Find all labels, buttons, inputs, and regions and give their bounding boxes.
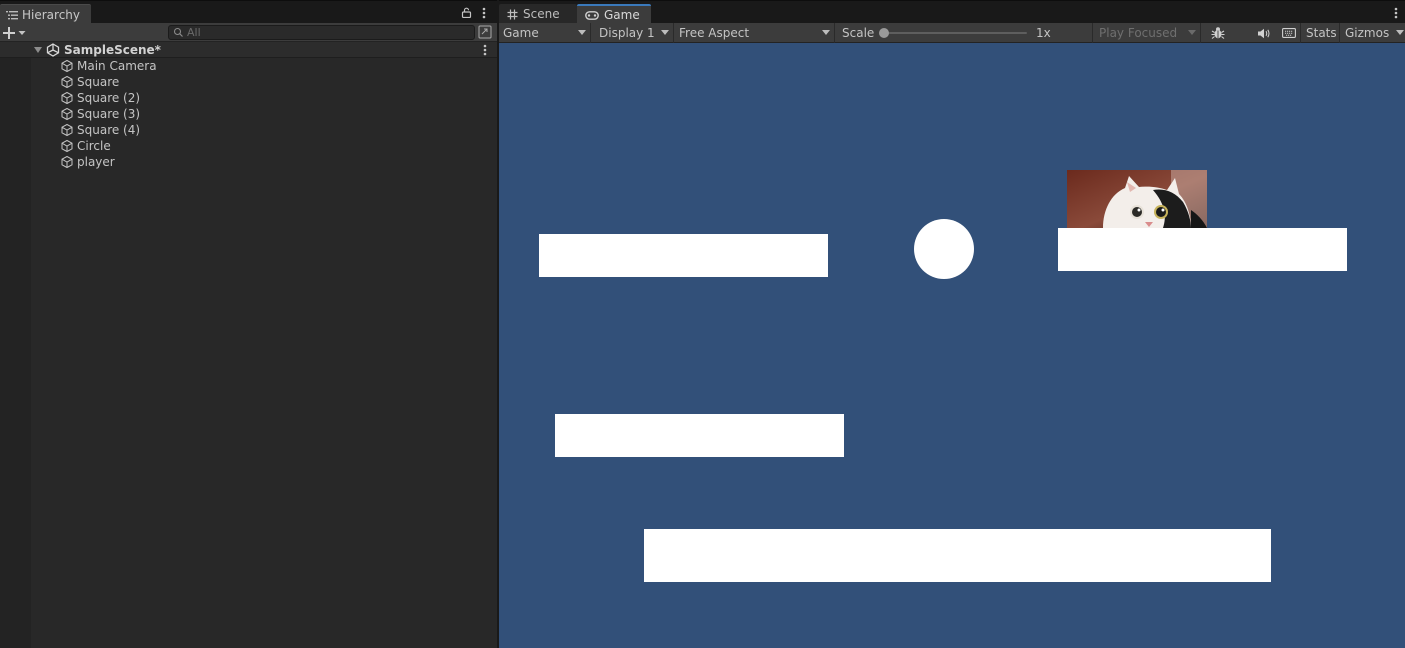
chevron-down-icon (661, 30, 669, 35)
tree-item-label: Square (77, 75, 120, 89)
unity-editor: Hierarchy All SampleScene* Main Camera S… (0, 0, 1405, 648)
search-input[interactable] (187, 26, 467, 39)
list-icon (6, 10, 18, 19)
gizmos-label: Gizmos (1345, 26, 1390, 40)
tab-scene-label: Scene (523, 7, 560, 21)
chevron-down-icon (578, 30, 586, 35)
platform-square (539, 234, 828, 277)
keyboard-icon (1282, 28, 1296, 38)
tree-item-label: player (77, 155, 115, 169)
tree-item-label: Square (4) (77, 123, 141, 137)
tab-game-label: Game (604, 8, 640, 22)
hierarchy-tree: Main Camera Square Square (2) Square (3)… (0, 58, 497, 170)
player-cat-sprite (1067, 170, 1207, 228)
add-object-button[interactable] (3, 24, 33, 41)
platform-square-2 (1058, 228, 1347, 271)
gameobject-cube-icon (61, 139, 73, 153)
tab-game[interactable]: Game (577, 4, 651, 24)
play-mode-label: Play Focused (1099, 26, 1178, 40)
tab-hierarchy[interactable]: Hierarchy (0, 4, 91, 24)
hierarchy-panel: Hierarchy All SampleScene* Main Camera S… (0, 0, 497, 648)
search-icon (173, 27, 183, 37)
hierarchy-toolbar (0, 23, 497, 42)
scale-label: Scale (842, 26, 875, 40)
tree-item-label: Square (2) (77, 91, 141, 105)
cat-photo-icon (1067, 170, 1207, 228)
scene-header-row[interactable]: SampleScene* (0, 42, 497, 58)
tree-item-label: Main Camera (77, 59, 157, 73)
tree-item-main-camera[interactable]: Main Camera (0, 58, 497, 74)
circle-sprite (914, 219, 974, 279)
gameobject-cube-icon (61, 59, 73, 73)
hierarchy-tab-label: Hierarchy (22, 7, 81, 22)
scale-value: 1x (1036, 26, 1051, 40)
gameobject-cube-icon (61, 123, 73, 137)
tree-item-player[interactable]: player (0, 154, 497, 170)
display-dropdown-label: Display 1 (599, 26, 655, 40)
stats-button[interactable]: Stats (1300, 23, 1340, 43)
scale-control: Scale 1x (835, 23, 1093, 43)
scene-name: SampleScene* (64, 43, 161, 57)
tree-item-label: Square (3) (77, 107, 141, 121)
chevron-down-icon (822, 30, 830, 35)
grid-hash-icon (507, 9, 518, 19)
gameobject-cube-icon (61, 75, 73, 89)
scene-visibility-icon[interactable] (478, 25, 492, 39)
aspect-dropdown[interactable]: Free Aspect (674, 23, 835, 43)
gameobject-cube-icon (61, 107, 73, 121)
unity-scene-icon (46, 43, 60, 57)
kebab-menu-icon[interactable] (480, 43, 490, 57)
kebab-menu-icon[interactable] (479, 6, 489, 20)
aspect-dropdown-label: Free Aspect (679, 26, 750, 40)
tree-item-label: Circle (77, 139, 111, 153)
game-panel: Scene Game Game Display 1 Free Aspect Sc… (499, 0, 1405, 648)
scale-slider-knob[interactable] (879, 28, 889, 38)
tree-item-circle[interactable]: Circle (0, 138, 497, 154)
gamepad-icon (585, 10, 599, 20)
stats-label: Stats (1306, 26, 1337, 40)
mute-audio-button[interactable] (1253, 23, 1273, 43)
mode-dropdown[interactable]: Game (499, 23, 591, 43)
chevron-down-icon (18, 30, 26, 35)
hierarchy-tab-bar: Hierarchy (0, 0, 497, 24)
hierarchy-search[interactable] (168, 25, 475, 40)
mode-dropdown-label: Game (503, 26, 539, 40)
gizmos-dropdown[interactable]: Gizmos (1340, 23, 1405, 43)
speaker-icon (1257, 28, 1269, 38)
display-dropdown[interactable]: Display 1 (591, 23, 674, 43)
expand-triangle-icon[interactable] (34, 47, 42, 53)
tree-item-square-3[interactable]: Square (3) (0, 106, 497, 122)
game-tab-bar: Scene Game (499, 0, 1405, 24)
game-viewport[interactable] (499, 43, 1405, 648)
bug-icon-button[interactable] (1203, 23, 1233, 43)
platform-square-3 (555, 414, 844, 457)
bug-icon (1211, 27, 1225, 39)
chevron-down-icon (1188, 30, 1196, 35)
chevron-down-icon (1396, 30, 1404, 35)
lock-icon[interactable] (461, 7, 472, 18)
tree-item-square-4[interactable]: Square (4) (0, 122, 497, 138)
gameobject-cube-icon (61, 91, 73, 105)
tab-scene[interactable]: Scene (499, 4, 577, 24)
gameobject-cube-icon (61, 155, 73, 169)
play-mode-dropdown[interactable]: Play Focused (1093, 23, 1201, 43)
tree-item-square[interactable]: Square (0, 74, 497, 90)
scale-slider-track[interactable] (882, 32, 1027, 34)
game-toolbar: Game Display 1 Free Aspect Scale 1x Play… (499, 23, 1405, 43)
platform-square-4 (644, 529, 1271, 582)
keyboard-shortcuts-button[interactable] (1278, 23, 1300, 43)
tree-item-square-2[interactable]: Square (2) (0, 90, 497, 106)
kebab-menu-icon[interactable] (1391, 6, 1401, 20)
plus-icon (3, 26, 15, 39)
